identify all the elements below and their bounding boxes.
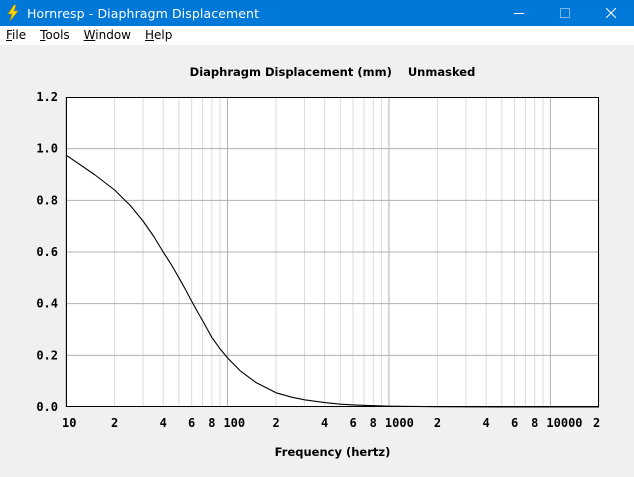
x-tick-label: 100 bbox=[223, 416, 245, 430]
window-title: Hornresp - Diaphragm Displacement bbox=[27, 5, 260, 21]
chart-title: Diaphragm Displacement (mm) Unmasked bbox=[190, 65, 476, 79]
menu-help[interactable]: Help bbox=[138, 26, 179, 45]
x-tick-label: 2 bbox=[272, 416, 279, 430]
x-tick-label: 4 bbox=[321, 416, 328, 430]
x-tick-label: 6 bbox=[188, 416, 195, 430]
menu-window-label: indow bbox=[95, 28, 131, 42]
x-tick-label: 2 bbox=[111, 416, 118, 430]
x-tick-label: 2 bbox=[434, 416, 441, 430]
menu-help-label: elp bbox=[154, 28, 173, 42]
chart-client-area: Diaphragm Displacement (mm) Unmasked 0.0… bbox=[0, 45, 634, 477]
y-tick-label: 0.0 bbox=[36, 400, 58, 414]
menu-file[interactable]: File bbox=[0, 26, 33, 45]
x-tick-label: 4 bbox=[483, 416, 490, 430]
x-tick-label: 1000 bbox=[385, 416, 414, 430]
title-bar: Hornresp - Diaphragm Displacement bbox=[0, 0, 634, 26]
maximize-icon bbox=[560, 8, 570, 18]
menu-window-accel: W bbox=[83, 28, 96, 42]
x-tick-label: 8 bbox=[531, 416, 538, 430]
y-tick-label: 0.6 bbox=[36, 245, 58, 259]
y-tick-label: 1.2 bbox=[36, 90, 58, 104]
menu-tools[interactable]: Tools bbox=[33, 26, 77, 45]
menu-file-label: ile bbox=[12, 28, 27, 42]
y-tick-label: 0.8 bbox=[36, 193, 58, 207]
displacement-chart[interactable]: Diaphragm Displacement (mm) Unmasked 0.0… bbox=[0, 45, 634, 477]
y-axis-tick-labels: 0.0 0.2 0.4 0.6 0.8 1.0 1.2 bbox=[36, 90, 58, 414]
minimize-button[interactable] bbox=[496, 0, 542, 26]
x-tick-label: 4 bbox=[160, 416, 167, 430]
minimize-icon bbox=[514, 13, 524, 14]
menu-window[interactable]: Window bbox=[77, 26, 138, 45]
window-controls bbox=[496, 0, 634, 26]
maximize-button[interactable] bbox=[542, 0, 588, 26]
menu-help-accel: H bbox=[145, 28, 155, 42]
hornresp-app-icon[interactable] bbox=[5, 5, 21, 21]
x-axis-tick-labels: 10 2 4 6 8 100 2 4 6 8 1000 2 4 6 8 10000 2 bbox=[62, 416, 600, 430]
x-tick-label: 2 bbox=[593, 416, 600, 430]
x-tick-label: 10000 bbox=[546, 416, 582, 430]
y-tick-label: 1.0 bbox=[36, 142, 58, 156]
x-tick-label: 8 bbox=[370, 416, 377, 430]
close-button[interactable] bbox=[588, 0, 634, 26]
menu-bar: File Tools Window Help bbox=[0, 26, 634, 45]
x-tick-label: 10 bbox=[62, 416, 76, 430]
x-tick-label: 8 bbox=[208, 416, 215, 430]
y-tick-label: 0.4 bbox=[36, 297, 58, 311]
x-axis-label: Frequency (hertz) bbox=[275, 445, 391, 459]
x-tick-label: 6 bbox=[349, 416, 356, 430]
y-tick-label: 0.2 bbox=[36, 348, 58, 362]
close-icon bbox=[606, 8, 616, 18]
menu-tools-label: ools bbox=[45, 28, 70, 42]
x-tick-label: 6 bbox=[511, 416, 518, 430]
